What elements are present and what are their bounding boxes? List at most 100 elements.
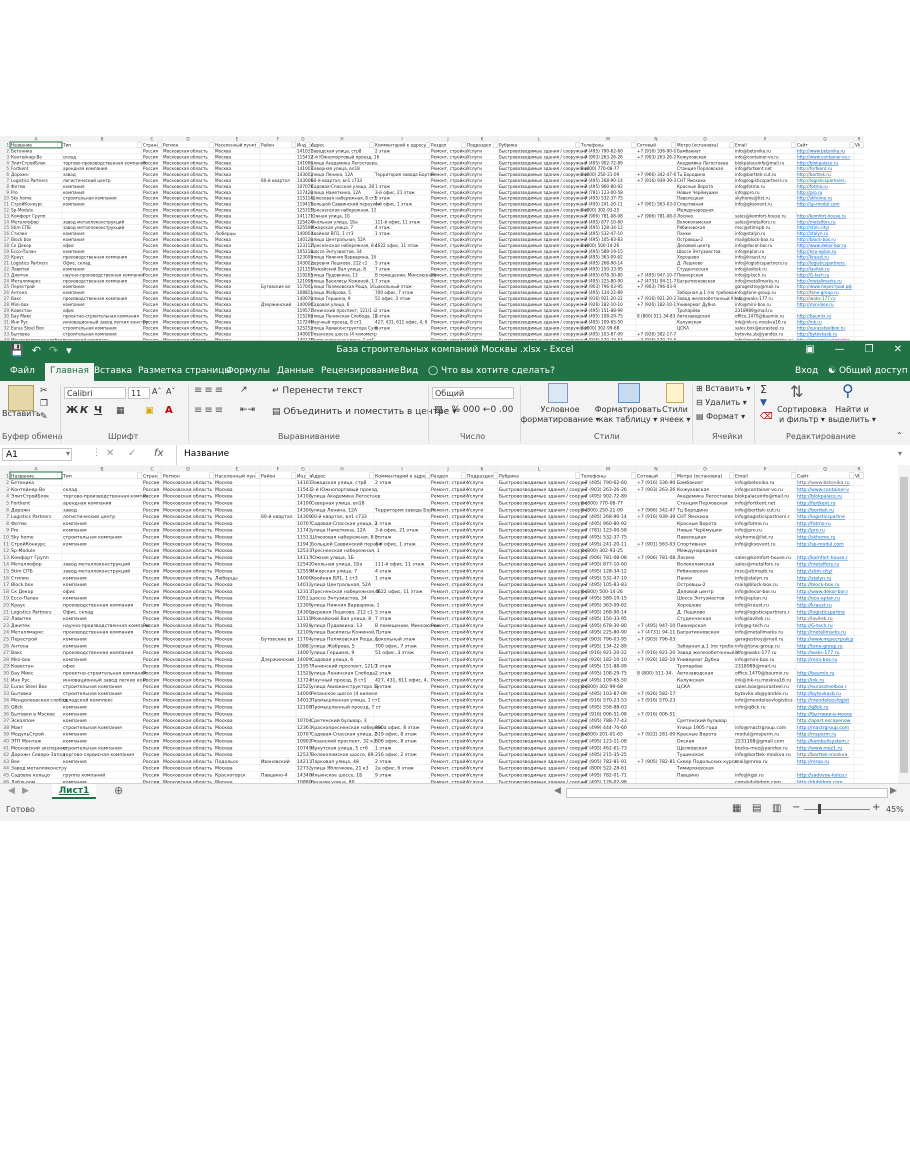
ribbon-display-options-icon[interactable]: ▣ — [805, 344, 814, 355]
table-cell: Московская область — [163, 284, 208, 289]
table-cell: 10704 — [297, 718, 312, 724]
borders-icon[interactable]: ▦ — [116, 406, 125, 416]
number-format-icons[interactable]: ▧ - % 000 ←0 .00 — [434, 405, 513, 415]
delete-cells-button[interactable]: ⊟ Удалить ▾ — [696, 398, 747, 407]
table-cell: +7 (495) 532-47-10 — [581, 231, 623, 236]
zoom-level[interactable]: 45% — [886, 805, 904, 814]
tell-me-search[interactable]: ◯ Что вы хотите сделать? — [428, 366, 555, 376]
tab-insert[interactable]: Вставка — [94, 366, 132, 376]
minimize-icon[interactable]: — — [835, 344, 845, 355]
font-color-icon[interactable]: A — [165, 405, 173, 416]
sort-filter-icon[interactable]: ⇅ — [790, 382, 803, 401]
name-box-dropdown-icon[interactable]: ▾ — [66, 449, 70, 458]
expand-formula-bar-icon[interactable]: ▾ — [898, 449, 902, 458]
table-cell: производственная компания — [63, 278, 128, 283]
paste-button[interactable]: Вставить — [2, 409, 41, 419]
table-cell: http://metallmarks.ru — [797, 278, 842, 283]
conditional-format-icon[interactable] — [548, 383, 568, 403]
tab-view[interactable]: Вид — [400, 366, 418, 376]
table-cell: Москва — [215, 596, 233, 602]
signin-link[interactable]: Вход — [795, 366, 818, 376]
filter-dropdown-icon — [209, 472, 214, 479]
cancel-entry-icon[interactable]: ✕ — [106, 448, 114, 459]
horizontal-align-icons[interactable]: ≡≡≡ — [194, 405, 225, 416]
table-cell: Услуги — [467, 705, 483, 711]
scroll-sheets-left-icon[interactable]: ◀ — [8, 786, 15, 796]
tab-review[interactable]: Рецензирование — [321, 366, 399, 376]
table-cell: +7 (901) 563-03-0 — [637, 202, 676, 207]
horizontal-scrollbar[interactable] — [566, 788, 888, 798]
font-name-select[interactable]: Calibri — [64, 387, 126, 399]
worksheet-grid[interactable]: A B C D E F G H I J K L M N O P Q R 1 Название Тип Страна Реги… — [0, 465, 910, 791]
format-cells-button[interactable]: ▤ Формат ▾ — [696, 412, 745, 421]
filter-dropdown-icon — [631, 142, 636, 148]
sheet-tab-list1[interactable]: Лист1 — [52, 784, 96, 799]
font-size-select[interactable]: 11 — [128, 387, 150, 399]
cell-styles-icon[interactable] — [666, 383, 684, 403]
new-sheet-icon[interactable]: ⊕ — [114, 784, 123, 797]
normal-view-icon[interactable]: ▦ — [732, 803, 741, 814]
share-button[interactable]: ☯ Общий доступ — [828, 366, 908, 376]
fill-icon[interactable]: ▼ — [760, 398, 767, 408]
tab-data[interactable]: Данные — [277, 366, 314, 376]
tab-formulas[interactable]: Формулы — [226, 366, 270, 376]
autosum-icon[interactable]: Σ — [760, 383, 767, 396]
cut-icon[interactable]: ✂ — [40, 386, 48, 396]
hscroll-left-icon[interactable]: ◀ — [554, 786, 561, 796]
wrap-text-button[interactable]: ↵ Перенести текст — [272, 386, 363, 396]
table-cell: Московская область — [163, 657, 213, 663]
copy-icon[interactable]: ❐ — [40, 399, 48, 409]
formula-content[interactable]: Название — [184, 449, 229, 459]
tab-page-layout[interactable]: Разметка страницы — [138, 366, 232, 376]
table-cell: Logistics Partners — [11, 178, 48, 183]
collapse-ribbon-icon[interactable]: ⌃ — [896, 431, 903, 440]
table-cell: завод — [63, 172, 76, 177]
table-cell: Ремонт, стройк — [431, 581, 468, 588]
indent-icons[interactable]: ⇤⇥ — [240, 405, 255, 415]
clear-icon[interactable]: ⌫ — [760, 412, 773, 422]
confirm-entry-icon[interactable]: ✓ — [128, 448, 136, 459]
orientation-icon[interactable]: ↗ — [240, 385, 248, 395]
bold-button[interactable]: Ж — [66, 405, 78, 416]
shrink-font-icon[interactable]: Aˇ — [166, 387, 175, 396]
close-icon[interactable]: ✕ — [894, 344, 902, 355]
worksheet-canvas[interactable]: A B C D E F G H I J K L M N O P Q R1 Название Тип Страна Реги… — [0, 465, 910, 791]
zoom-out-icon[interactable]: − — [792, 802, 800, 813]
scroll-sheets-right-icon[interactable]: ▶ — [22, 786, 29, 796]
grow-font-icon[interactable]: Aˆ — [152, 387, 161, 396]
format-painter-icon[interactable]: ✎ — [40, 412, 48, 422]
table-cell: Быстровозводимые здания / сооружени — [499, 243, 588, 248]
table-cell: Иркутская улица, 5 ст6 — [311, 745, 368, 751]
number-format-select[interactable]: Общий — [432, 387, 514, 399]
table-cell: +7 (781) 123-00-58 — [581, 190, 623, 195]
zoom-slider[interactable] — [804, 809, 870, 810]
sort-filter-button[interactable]: Сортировка и фильтр ▾ — [774, 405, 830, 425]
restore-icon[interactable]: ❐ — [865, 344, 874, 355]
find-select-icon[interactable]: ⚲ — [842, 381, 854, 400]
hscroll-right-icon[interactable]: ▶ — [890, 786, 897, 796]
cell-styles-button[interactable]: Стили ячеек ▾ — [654, 405, 696, 425]
page-break-view-icon[interactable]: ▥ — [772, 803, 781, 814]
tab-file[interactable]: Файл — [10, 366, 35, 376]
filter-dropdown-icon — [859, 142, 864, 148]
find-select-button[interactable]: Найти и выделить ▾ — [826, 405, 878, 425]
italic-button[interactable]: К — [80, 405, 88, 416]
zoom-in-icon[interactable]: + — [872, 802, 880, 813]
table-cell: 3-й офис, 21 этаж — [375, 190, 415, 195]
table-cell: Быстровозводимые здания / сооруж — [499, 664, 587, 670]
insert-function-icon[interactable]: fx — [154, 448, 163, 459]
insert-cells-button[interactable]: ⊞ Вставить ▾ — [696, 384, 751, 393]
fill-color-icon[interactable]: ▣ — [145, 406, 154, 416]
format-as-table-icon[interactable] — [618, 383, 640, 403]
tab-home[interactable]: Главная — [45, 363, 94, 381]
formula-bar-options-icon[interactable]: ⋮ — [92, 448, 101, 458]
zoom-slider-thumb[interactable] — [818, 804, 821, 814]
page-layout-view-icon[interactable]: ▤ — [752, 803, 761, 814]
name-box[interactable]: A1 — [2, 448, 72, 461]
underline-button[interactable]: Ч — [94, 405, 102, 416]
vertical-align-icons[interactable]: ≡≡≡ — [194, 385, 225, 396]
table-cell: Люберцы — [215, 575, 238, 581]
conditional-format-button[interactable]: Условное форматирование ▾ — [520, 405, 600, 425]
paste-icon[interactable] — [8, 385, 34, 411]
table-cell: Услуги — [467, 196, 482, 201]
